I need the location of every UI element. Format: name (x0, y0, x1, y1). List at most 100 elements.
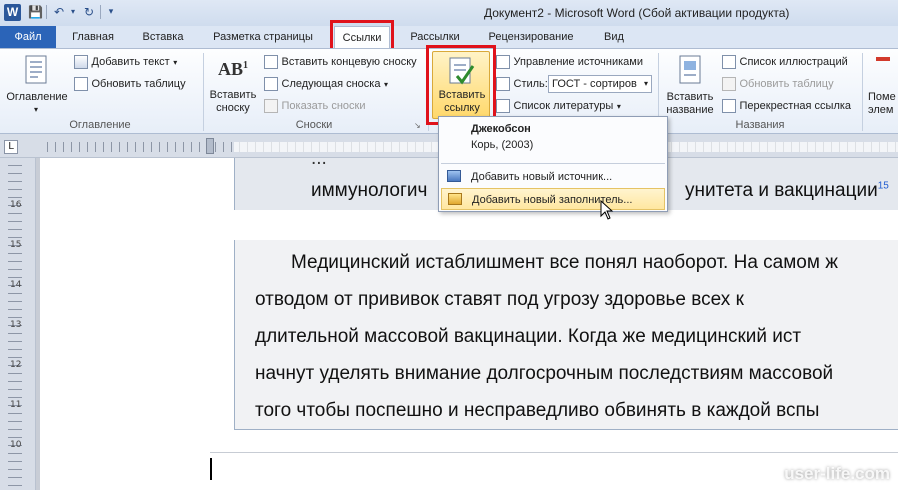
mark-entry-label-2: элем (868, 104, 894, 116)
manage-sources-button[interactable]: Управление источниками (496, 55, 643, 69)
page-break-line (210, 452, 898, 453)
source-name: Джекобсон (471, 123, 531, 135)
update-figures-table-button[interactable]: Обновить таблицу (722, 77, 834, 91)
source-item[interactable]: Джекобсон Корь, (2003) (441, 119, 665, 157)
next-footnote-button[interactable]: Следующая сноска ▾ (264, 77, 388, 91)
paragraph-line-2: отводом от прививок ставят под угрозу зд… (255, 289, 744, 310)
source-detail: Корь, (2003) (471, 139, 534, 151)
customize-qat-icon[interactable]: ▾ (104, 5, 118, 19)
add-new-source-label: Добавить новый источник... (471, 171, 613, 183)
add-text-icon (74, 55, 88, 69)
show-notes-button[interactable]: Показать сноски (264, 99, 365, 113)
chevron-down-icon: ▾ (173, 58, 178, 67)
add-source-icon (447, 170, 461, 182)
paragraph-line-3: длительной массовой вакцинации. Когда же… (255, 326, 802, 347)
paragraph-line-4: начнут уделять внимание долгосрочным пос… (255, 363, 834, 384)
indent-marker[interactable] (206, 138, 214, 154)
doc-partial-line-1: ... (311, 148, 327, 169)
group-separator (862, 53, 863, 131)
redo-icon[interactable]: ↻ (82, 5, 96, 19)
style-dropdown[interactable]: ГОСТ - сортиров ▾ (548, 75, 652, 93)
insert-footnote-label-1: Вставить (209, 89, 257, 101)
table-of-figures-label: Список иллюстраций (739, 56, 848, 68)
vertical-ruler[interactable]: 16 15 14 13 12 11 10 (0, 158, 36, 490)
title-bar: W 💾 ↶ ▾ ↻ ▾ Документ2 - Microsoft Word (… (0, 0, 898, 26)
show-notes-label: Показать сноски (281, 100, 366, 112)
insert-endnote-label: Вставить концевую сноску (281, 56, 417, 68)
insert-citation-menu: Джекобсон Корь, (2003) Добавить новый ис… (438, 116, 668, 212)
cross-reference-label: Перекрестная ссылка (739, 100, 852, 112)
text-cursor (210, 458, 212, 480)
tab-stop-selector[interactable]: L (4, 140, 18, 154)
watermark: user-life.com (784, 464, 890, 483)
next-footnote-icon (264, 77, 278, 91)
cross-reference-icon (722, 99, 736, 113)
v-ruler-number: 13 (10, 320, 22, 330)
insert-caption-icon (679, 55, 701, 84)
cross-reference-button[interactable]: Перекрестная ссылка (722, 99, 851, 113)
paragraph-block[interactable]: Медицинский истаблишмент все понял наобо… (234, 240, 898, 430)
next-footnote-label: Следующая сноска (281, 78, 381, 90)
menu-separator (441, 163, 665, 164)
undo-icon[interactable]: ↶ (52, 5, 66, 19)
update-icon (74, 77, 88, 91)
insert-footnote-label-2: сноску (216, 102, 250, 114)
manage-sources-icon (496, 55, 510, 69)
chevron-down-icon: ▾ (643, 79, 648, 88)
paragraph-line-5: того чтобы поспешно и несправедливо обви… (255, 400, 820, 421)
show-notes-icon (264, 99, 278, 113)
mark-entry-label-1: Поме (868, 91, 896, 103)
table-of-figures-icon (722, 55, 736, 69)
insert-footnote-button[interactable]: AB1 Вставить сноску (206, 51, 260, 117)
v-ruler-number: 11 (10, 400, 22, 410)
footnotes-group-label: Сноски (295, 119, 333, 131)
insert-endnote-button[interactable]: Вставить концевую сноску (264, 55, 417, 69)
style-icon (496, 77, 510, 91)
endnote-icon (264, 55, 278, 69)
window-title: Документ2 - Microsoft Word (Сбой активац… (484, 6, 790, 20)
v-ruler-number: 12 (10, 360, 22, 370)
dialog-launcher-icon[interactable]: ↘ (414, 121, 421, 130)
tab-home[interactable]: Главная (60, 26, 126, 48)
v-ruler-number: 14 (10, 280, 22, 290)
add-new-placeholder-item[interactable]: Добавить новый заполнитель... (441, 188, 665, 210)
table-of-figures-button[interactable]: Список иллюстраций (722, 55, 848, 69)
insert-citation-highlight (426, 45, 496, 125)
toc-group-label: Оглавление (69, 119, 131, 131)
chevron-down-icon: ▾ (34, 105, 39, 114)
toc-button[interactable]: Оглавление ▾ (4, 51, 70, 117)
tab-view[interactable]: Вид (594, 26, 634, 48)
bibliography-label: Список литературы (513, 100, 614, 112)
insert-caption-label-1: Вставить (666, 91, 714, 103)
word-logo-icon[interactable]: W (4, 4, 21, 21)
footnote-reference[interactable]: 15 (878, 181, 889, 192)
doc-partial-line-2: иммунологич (311, 180, 428, 201)
style-label: Стиль: (513, 78, 548, 90)
doc-partial-line-2-right: унитета и вакцинации15 (685, 180, 889, 202)
bibliography-button[interactable]: Список литературы ▾ (496, 99, 621, 113)
qat-separator (46, 5, 47, 19)
qat-separator (100, 5, 101, 19)
add-placeholder-icon (448, 193, 462, 205)
add-text-label: Добавить текст (91, 56, 170, 68)
tab-insert[interactable]: Вставка (130, 26, 196, 48)
save-icon[interactable]: 💾 (28, 5, 43, 19)
update-icon (722, 77, 736, 91)
add-new-source-item[interactable]: Добавить новый источник... (441, 166, 665, 188)
captions-group-label: Названия (735, 119, 785, 131)
chevron-down-icon: ▾ (383, 80, 388, 89)
insert-caption-button[interactable]: Вставить название (662, 51, 718, 117)
add-text-button[interactable]: Добавить текст ▾ (74, 55, 177, 69)
update-toc-button[interactable]: Обновить таблицу (74, 77, 186, 91)
tab-file[interactable]: Файл (0, 26, 56, 48)
mark-entry-button[interactable]: Поме элем (866, 51, 898, 117)
mark-entry-icon (876, 57, 890, 61)
update-figures-table-label: Обновить таблицу (739, 78, 834, 90)
tab-page-layout[interactable]: Разметка страницы (202, 26, 324, 48)
style-selector: Стиль: (496, 77, 548, 91)
footnote-icon: AB1 (218, 59, 249, 79)
doc-text: унитета и вакцинации (685, 180, 878, 201)
update-toc-label: Обновить таблицу (91, 78, 186, 90)
toc-label: Оглавление (6, 91, 68, 103)
undo-dropdown-icon[interactable]: ▾ (66, 5, 80, 19)
